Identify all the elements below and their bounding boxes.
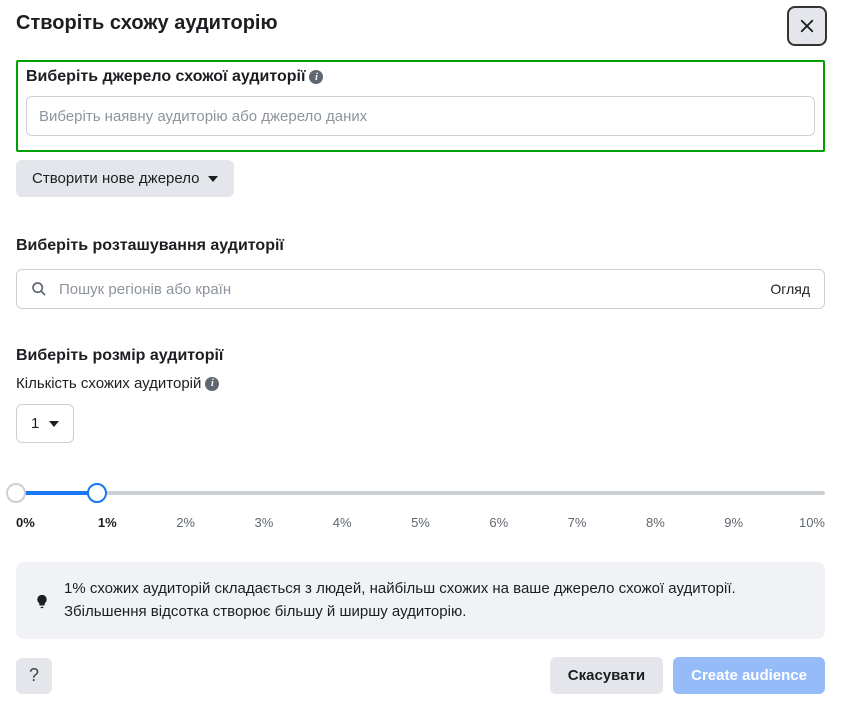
location-label: Виберіть розташування аудиторії (16, 237, 825, 255)
help-button[interactable]: ? (16, 658, 52, 694)
slider-tick: 6% (486, 515, 512, 530)
help-icon: ? (29, 665, 39, 686)
slider-tick: 3% (251, 515, 277, 530)
slider-ticks: 0% 1% 2% 3% 4% 5% 6% 7% 8% 9% 10% (16, 515, 825, 530)
create-audience-button[interactable]: Create audience (673, 657, 825, 694)
source-label: Виберіть джерело схожої аудиторії (26, 68, 305, 86)
source-label-row: Виберіть джерело схожої аудиторії i (26, 68, 815, 86)
dialog-footer: ? Скасувати Create audience (16, 657, 825, 694)
location-section: Виберіть розташування аудиторії Огляд (16, 237, 825, 309)
hint-box: 1% схожих аудиторій складається з людей,… (16, 562, 825, 639)
info-icon[interactable]: i (205, 377, 219, 391)
slider-track (16, 491, 825, 495)
info-icon[interactable]: i (309, 70, 323, 84)
count-selector[interactable]: 1 (16, 404, 74, 443)
dialog-title: Створіть схожу аудиторію (16, 10, 278, 35)
size-slider[interactable]: 0% 1% 2% 3% 4% 5% 6% 7% 8% 9% 10% (16, 491, 825, 530)
slider-fill (16, 491, 97, 495)
search-icon (31, 281, 47, 297)
count-label-row: Кількість схожих аудиторій i (16, 375, 825, 392)
slider-tick: 5% (407, 515, 433, 530)
count-label: Кількість схожих аудиторій (16, 375, 201, 392)
slider-tick: 7% (564, 515, 590, 530)
cancel-button[interactable]: Скасувати (550, 657, 663, 694)
slider-tick: 10% (799, 515, 825, 530)
browse-link[interactable]: Огляд (770, 281, 810, 297)
close-icon (798, 17, 816, 35)
dialog-header: Створіть схожу аудиторію (16, 10, 825, 46)
footer-actions: Скасувати Create audience (550, 657, 825, 694)
source-section: Виберіть джерело схожої аудиторії i (16, 60, 825, 152)
size-label: Виберіть розмір аудиторії (16, 347, 825, 365)
hint-text: 1% схожих аудиторій складається з людей,… (64, 578, 807, 623)
location-search-input[interactable] (59, 281, 770, 298)
slider-tick: 4% (329, 515, 355, 530)
lightbulb-icon (34, 580, 50, 623)
create-new-source-label: Створити нове джерело (32, 170, 200, 187)
slider-tick: 9% (721, 515, 747, 530)
create-new-source-button[interactable]: Створити нове джерело (16, 160, 234, 197)
close-button[interactable] (787, 6, 827, 46)
slider-handle-start[interactable] (6, 483, 26, 503)
slider-tick: 0% (16, 515, 42, 530)
slider-tick: 2% (173, 515, 199, 530)
chevron-down-icon (208, 176, 218, 182)
count-value: 1 (31, 415, 39, 432)
slider-tick: 8% (642, 515, 668, 530)
chevron-down-icon (49, 421, 59, 427)
location-search-wrapper: Огляд (16, 269, 825, 309)
slider-tick: 1% (94, 515, 120, 530)
size-section: Виберіть розмір аудиторії Кількість схож… (16, 347, 825, 639)
source-input[interactable] (26, 96, 815, 136)
slider-handle-end[interactable] (87, 483, 107, 503)
